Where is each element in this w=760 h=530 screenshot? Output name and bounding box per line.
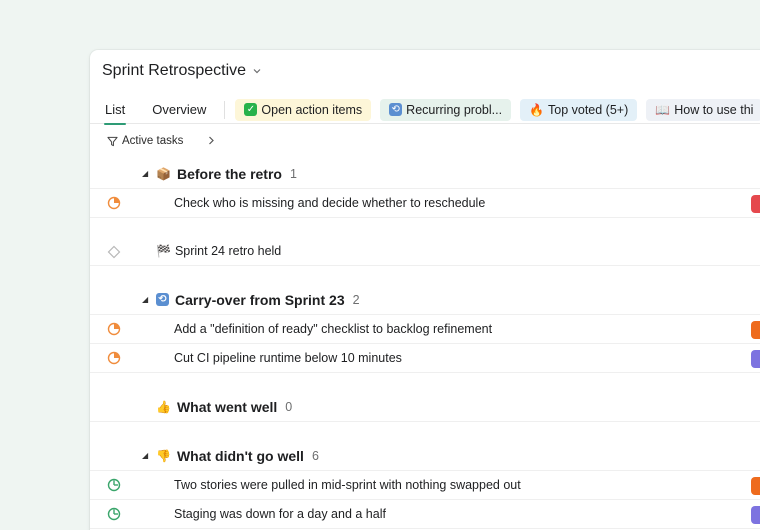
collapse-caret-icon[interactable]: ◢ — [142, 295, 148, 304]
project-panel: Sprint Retrospective List Overview ✓ Ope… — [90, 50, 760, 530]
task-title[interactable]: Add a "definition of ready" checklist to… — [174, 322, 492, 336]
section-count: 2 — [352, 292, 360, 307]
tab-list[interactable]: List — [103, 96, 127, 125]
task-title[interactable]: Check who is missing and decide whether … — [174, 196, 485, 210]
in-progress-status-icon[interactable] — [107, 351, 121, 365]
filter-icon — [107, 136, 118, 147]
task-tag[interactable] — [751, 506, 760, 524]
collapse-caret-icon[interactable]: ◢ — [142, 451, 148, 460]
task-title[interactable]: Cut CI pipeline runtime below 10 minutes — [174, 351, 402, 365]
section-count: 6 — [311, 448, 319, 463]
saved-view-label: Open action items — [261, 102, 363, 117]
repeat-icon: ⟲ — [389, 103, 403, 116]
task-tag[interactable] — [751, 350, 760, 368]
milestone-row[interactable]: 🏁 Sprint 24 retro held — [90, 237, 760, 266]
view-tabs: List Overview ✓ Open action items ⟲ Recu… — [90, 96, 760, 125]
saved-view-open-action-items[interactable]: ✓ Open action items — [235, 98, 372, 121]
saved-view-recurring-problems[interactable]: ⟲ Recurring probl... — [380, 98, 512, 121]
repeat-icon: ⟲ — [156, 293, 169, 306]
task-title[interactable]: Staging was down for a day and a half — [174, 507, 386, 521]
tab-divider — [224, 100, 226, 119]
saved-view-label: Recurring probl... — [406, 102, 503, 117]
task-tag[interactable] — [751, 321, 760, 339]
in-progress-status-icon[interactable] — [107, 322, 121, 336]
filter-label: Active tasks — [122, 135, 184, 147]
check-box-icon: ✓ — [244, 103, 258, 116]
milestone-title[interactable]: Sprint 24 retro held — [175, 244, 281, 258]
saved-view-label: How to use thi — [674, 102, 754, 117]
task-row[interactable]: Two stories were pulled in mid-sprint wi… — [90, 471, 760, 500]
open-status-icon[interactable] — [107, 507, 121, 521]
task-row[interactable]: Check who is missing and decide whether … — [90, 189, 760, 218]
section-header[interactable]: ◢ 👎 What didn't go well 6 — [90, 441, 760, 471]
section-title: What didn't go well — [176, 447, 304, 464]
saved-view-top-voted[interactable]: 🔥 Top voted (5+) — [520, 98, 638, 121]
package-icon: 📦 — [156, 166, 171, 181]
chevron-down-icon[interactable] — [252, 66, 262, 79]
task-title[interactable]: Two stories were pulled in mid-sprint wi… — [174, 478, 521, 492]
section-header[interactable]: ◢ 📦 Before the retro 1 — [90, 159, 760, 189]
task-row[interactable]: Cut CI pipeline runtime below 10 minutes — [90, 344, 760, 373]
thumbs-down-icon: 👎 — [156, 448, 171, 463]
open-status-icon[interactable] — [107, 478, 121, 492]
saved-view-label: Top voted (5+) — [548, 102, 629, 117]
fire-icon: 🔥 — [529, 102, 544, 117]
book-icon: 📖 — [655, 102, 671, 117]
in-progress-status-icon[interactable] — [107, 196, 121, 210]
section-title: Before the retro — [176, 165, 282, 182]
section-header[interactable]: 👍 What went well 0 — [90, 392, 760, 422]
collapse-caret-icon[interactable]: ◢ — [142, 169, 148, 178]
project-title[interactable]: Sprint Retrospective — [102, 62, 246, 80]
section-title: What went well — [176, 398, 278, 415]
saved-view-how-to-use[interactable]: 📖 How to use thi — [646, 98, 760, 121]
section-title: Carry-over from Sprint 23 — [175, 291, 345, 308]
task-tag[interactable] — [751, 477, 760, 495]
task-row[interactable]: Staging was down for a day and a half — [90, 500, 760, 529]
task-list: ◢ 📦 Before the retro 1 Check who is miss… — [90, 159, 760, 529]
project-title-row[interactable]: Sprint Retrospective — [102, 62, 262, 80]
thumbs-up-icon: 👍 — [156, 399, 171, 414]
section-count: 0 — [285, 399, 293, 414]
tab-overview[interactable]: Overview — [152, 96, 206, 124]
chevron-right-icon[interactable] — [207, 134, 215, 148]
checkered-flag-icon: 🏁 — [156, 244, 171, 258]
task-tag[interactable] — [751, 195, 760, 213]
section-header[interactable]: ◢ ⟲ Carry-over from Sprint 23 2 — [90, 285, 760, 315]
section-count: 1 — [289, 166, 297, 181]
active-tasks-filter[interactable]: Active tasks — [107, 134, 215, 148]
milestone-diamond-icon[interactable] — [107, 245, 121, 259]
task-row[interactable]: Add a "definition of ready" checklist to… — [90, 315, 760, 344]
